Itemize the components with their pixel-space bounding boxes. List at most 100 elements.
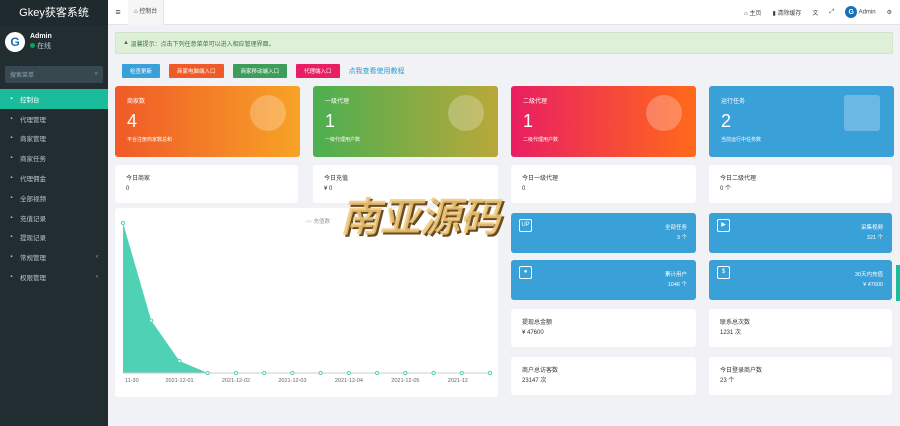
sidebar-item-label: 充值记录 [20,215,46,223]
x-tick-label: 2021-12-03 [278,378,306,384]
up-icon: UP [519,219,532,232]
x-tick-label: 2021-12-05 [391,378,419,384]
search-icon[interactable]: ⌕ [95,71,98,78]
user-icon: ● [519,266,532,279]
sidebar-item[interactable]: ▪ 权限管理 ‹ [0,267,108,287]
data-point [177,358,182,364]
sidebar-item-label: 商家管理 [20,136,46,144]
scrollbar[interactable] [896,265,900,301]
alert-text: 温馨提示：点击下列任意菜单可以进入相应管理界面。 [130,41,275,48]
fullscreen-icon[interactable]: ⤢ [829,9,834,16]
data-point [290,370,295,376]
mini-recharge-30d: $30天内充值 ¥ 47600 [709,260,892,300]
sidebar-item-label: 代理管理 [20,116,46,124]
user-logo-icon: G [845,6,858,18]
sidebar-item[interactable]: ▪ 代理管理 [0,109,108,129]
help-link[interactable]: 点我查看使用教程 [349,66,405,76]
dashboard-icon: ▪ [10,95,13,102]
x-tick-label: 2021-12-01 [165,378,193,384]
eye-icon: ▪ [10,135,13,142]
money-icon: $ [717,266,730,279]
list-icon: ▪ [10,155,13,162]
main-content: ▲ 温馨提示：点击下列任意菜单可以进入相应管理界面。 检查更新 商家电脑端入口 … [108,25,900,426]
brand-title: Gkey获客系统 [0,0,108,26]
translate-icon[interactable]: 文 [812,8,818,17]
sidebar-item-label: 代理佣金 [20,176,46,184]
home-link[interactable]: ⌂ 主页 [744,8,761,17]
avatar: G [5,32,25,52]
users-icon: ▪ [10,115,13,122]
user-name: Admin [30,33,52,40]
data-point [318,370,323,376]
series-area [123,223,490,373]
clear-cache-button[interactable]: ▮ 清除缓存 [772,8,801,17]
check-update-button[interactable]: 检查更新 [122,64,161,78]
data-point [487,370,493,376]
data-point [403,370,408,376]
data-point [149,318,154,323]
mini-users: ● 累计用户 1046 个 [511,260,696,300]
tab-dashboard[interactable]: ⌂ 控制台 [128,0,165,25]
dollar-icon: ▪ [10,214,13,221]
sidebar-search[interactable]: 搜索菜单 ⌕ [5,66,103,83]
data-point [120,220,126,226]
contact-total-card: 联系总次数 1231 次 [709,309,892,347]
visitor-total-card: 商户总访客数 23147 次 [511,357,696,395]
sidebar-item-label: 提现记录 [20,235,46,243]
gear-icon: ▪ [10,254,13,261]
stat-running-tasks: 运行任务 2 当前运行中任务数 [709,86,894,157]
stat-merchants: 商家数 4 平台注册商家数总和 [115,86,300,157]
sidebar-item[interactable]: ▪ 商家任务 [0,148,108,168]
server-icon [844,95,880,131]
sidebar-item[interactable]: ▪ 商家管理 [0,129,108,149]
legend-label[interactable]: -○- 充值数 [305,217,331,225]
video-icon: ▪ [10,194,13,201]
menu-toggle-icon[interactable]: ≡ [108,7,128,17]
user-panel: G Admin 在线 [0,26,108,58]
users-icon [250,95,286,131]
data-point [205,370,210,376]
sidebar-item[interactable]: ▪ 常规管理 ‹ [0,247,108,267]
stat-level2-agents: 二级代理 1 二级代理用户数 [511,86,696,157]
admin-menu[interactable]: G Admin [845,6,876,18]
x-tick-label: 2021-12-04 [335,378,363,384]
user-status: 在线 [37,43,51,50]
x-tick-label: 11-30 [125,378,139,384]
sidebar-nav: ▪ 控制台 ▪ 代理管理 ▪ 商家管理 ▪ 商家任务 ▪ 代理佣金 ▪ 全部视频 ▪ 充值记录 ▪ 提现记录 ▪… [0,89,108,287]
chevron-icon: ‹ [96,274,98,281]
data-point [262,370,267,376]
sidebar-item[interactable]: ▪ 充值记录 [0,208,108,228]
sidebar-item[interactable]: ▪ 全部视频 [0,188,108,208]
data-point [459,370,464,376]
today-merchants-card: 今日商家 0 [115,165,298,203]
user-icon [448,95,484,131]
video-icon: ▶ [717,219,730,232]
paper-plane-icon: ▪ [10,234,13,241]
agent-entry-button[interactable]: 代理端入口 [296,64,340,78]
sidebar-item-label: 商家任务 [20,156,46,164]
gem-icon: ▪ [10,175,13,182]
x-tick-label: 2021-12 [448,378,468,384]
watermark: 南亚源码 [340,196,500,240]
mini-all-tasks: UP 全部任务 3 个 [511,213,696,253]
data-point [374,370,380,376]
today-level2-card: 今日二级代理 0 个 [709,165,892,203]
sidebar-item[interactable]: ▪ 提现记录 [0,228,108,248]
mini-videos: ▶ 采集视频 321 个 [709,213,892,253]
merchant-pc-button[interactable]: 商家电脑端入口 [169,64,224,78]
search-input[interactable]: 搜索菜单 [10,70,34,79]
stat-level1-agents: 一级代理 1 一级代理用户数 [313,86,498,157]
sidebar-item[interactable]: ▪ 控制台 [0,89,108,109]
x-tick-label: 2021-12-02 [222,378,250,384]
sidebar-item-label: 全部视频 [20,195,46,203]
topbar: ≡ ⌂ 控制台 ⌂ 主页 ▮ 清除缓存 文 ⤢ G Admin ⚙ [108,0,900,25]
sidebar-item-label: 控制台 [20,96,40,104]
sidebar: Gkey获客系统 G Admin 在线 搜索菜单 ⌕ ▪ 控制台 ▪ 代理管理 ▪ 商家管理… [0,0,108,426]
group-icon: ▪ [10,274,13,281]
merchant-mobile-button[interactable]: 商家移动端入口 [232,64,288,78]
withdraw-total-card: 提现总金额 ¥ 47600 [511,309,696,347]
settings-icon[interactable]: ⚙ [887,9,892,16]
chevron-icon: ‹ [96,254,98,261]
sidebar-item[interactable]: ▪ 代理佣金 [0,168,108,188]
sidebar-item-label: 常规管理 [20,255,46,263]
